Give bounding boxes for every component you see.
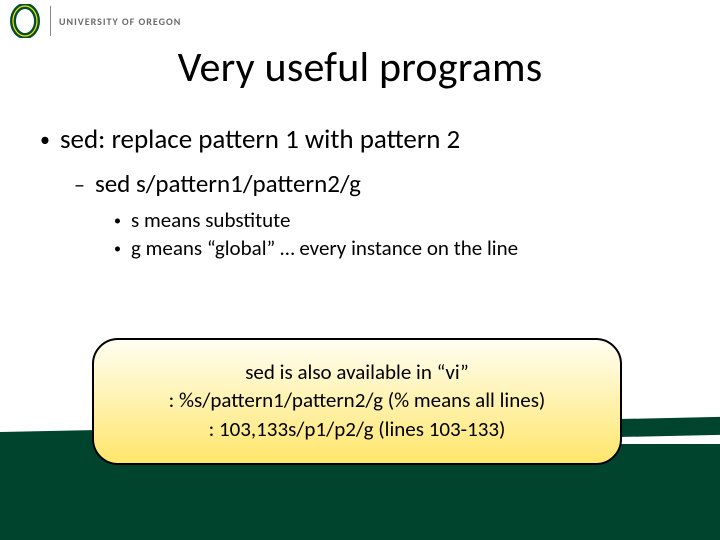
bullet-level3: • s means substitute [114,207,680,233]
bullet-dot-icon: • [40,130,50,150]
header-divider [50,6,51,36]
bullet-text: sed: replace pattern 1 with pattern 2 [60,123,460,156]
bullet-level2: – sed s/pattern1/pattern2/g [74,168,680,199]
callout-line: : %s/pattern1/pattern2/g (% means all li… [116,386,598,414]
slide-body: • sed: replace pattern 1 with pattern 2 … [0,93,720,261]
bullet-dash-icon: – [74,174,85,196]
bullet-dot-icon: • [114,214,121,228]
callout-box: sed is also available in “vi” : %s/patte… [92,338,622,465]
slide-header: UNIVERSITY OF OREGON [0,0,720,38]
bullet-text: s means substitute [131,207,290,233]
oregon-logo-icon [8,4,42,38]
university-name: UNIVERSITY OF OREGON [59,15,181,28]
callout-line: sed is also available in “vi” [116,358,598,386]
bullet-level3: • g means “global” … every instance on t… [114,235,680,261]
slide-title: Very useful programs [0,42,720,93]
bullet-text: g means “global” … every instance on the… [131,235,518,261]
bullet-text: sed s/pattern1/pattern2/g [95,168,361,199]
slide: UNIVERSITY OF OREGON Very useful program… [0,0,720,540]
bullet-level1: • sed: replace pattern 1 with pattern 2 [40,123,680,156]
callout-line: : 103,133s/p1/p2/g (lines 103-133) [116,415,598,443]
bullet-dot-icon: • [114,242,121,256]
